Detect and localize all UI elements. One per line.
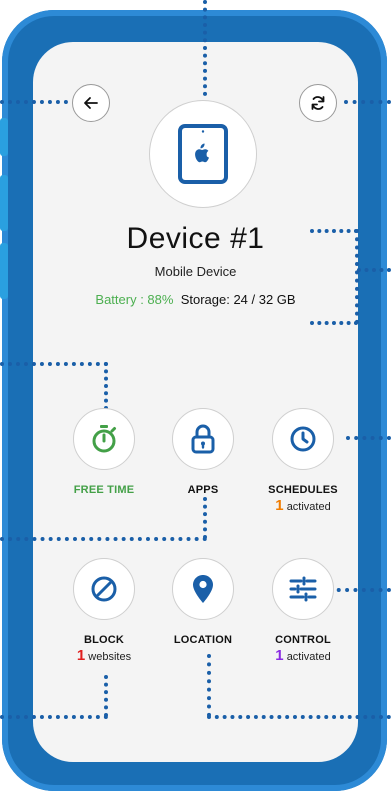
feature-label: CONTROL — [275, 634, 331, 646]
free-time-button[interactable] — [73, 408, 135, 470]
feature-label: LOCATION — [173, 634, 233, 646]
feature-apps[interactable]: APPS — [155, 408, 251, 496]
tablet-apple-icon — [178, 124, 228, 184]
control-button[interactable] — [272, 558, 334, 620]
callout-line — [0, 715, 108, 719]
feature-control[interactable]: CONTROL 1 activated — [255, 558, 351, 664]
feature-sub-text: activated — [286, 501, 331, 513]
callout-line — [0, 362, 108, 366]
sliders-icon — [289, 576, 317, 602]
feature-label: SCHEDULES — [268, 484, 338, 496]
callout-line — [207, 715, 391, 719]
feature-label: FREE TIME — [73, 484, 135, 496]
callout-line — [104, 675, 108, 717]
schedules-button[interactable] — [272, 408, 334, 470]
feature-count: 1 — [275, 497, 284, 514]
feature-block[interactable]: BLOCK 1 websites — [56, 558, 152, 664]
lock-icon — [191, 424, 215, 454]
device-title: Device #1 — [126, 222, 265, 255]
feature-label: APPS — [187, 484, 219, 496]
feature-sub-text: activated — [286, 651, 331, 663]
back-button[interactable] — [72, 84, 110, 122]
device-avatar — [149, 100, 257, 208]
refresh-icon — [311, 96, 325, 110]
device-type: Mobile Device — [154, 264, 237, 279]
side-button — [0, 118, 8, 156]
callout-line — [207, 654, 211, 717]
apps-button[interactable] — [172, 408, 234, 470]
clock-icon — [290, 426, 316, 452]
block-icon — [91, 576, 117, 602]
feature-count: 1 — [275, 647, 284, 664]
feature-count: 1 — [76, 647, 86, 664]
refresh-button[interactable] — [299, 84, 337, 122]
location-pin-icon — [193, 575, 213, 603]
feature-label: BLOCK — [83, 634, 125, 646]
feature-location[interactable]: LOCATION — [155, 558, 251, 646]
callout-line — [104, 362, 108, 410]
feature-free-time[interactable]: FREE TIME — [56, 408, 152, 496]
feature-sublabel: 1 activated — [255, 647, 351, 664]
callout-line — [0, 537, 207, 541]
location-button[interactable] — [172, 558, 234, 620]
callout-line — [0, 100, 68, 104]
device-stats: Battery : 88% Storage: 24 / 32 GB — [0, 292, 391, 307]
callout-line — [346, 436, 391, 440]
storage-status: Storage: 24 / 32 GB — [180, 292, 296, 307]
feature-sub-text: websites — [88, 651, 132, 663]
callout-line — [344, 100, 391, 104]
feature-sublabel: 1 websites — [56, 647, 152, 664]
feature-schedules[interactable]: SCHEDULES 1 activated — [255, 408, 351, 514]
arrow-left-icon — [84, 97, 98, 109]
callout-line — [203, 0, 207, 96]
callout-line — [203, 497, 207, 539]
block-button[interactable] — [73, 558, 135, 620]
battery-status: Battery : 88% — [95, 292, 174, 307]
callout-line — [310, 321, 358, 325]
feature-sublabel: 1 activated — [255, 497, 351, 514]
stopwatch-icon — [92, 425, 116, 453]
